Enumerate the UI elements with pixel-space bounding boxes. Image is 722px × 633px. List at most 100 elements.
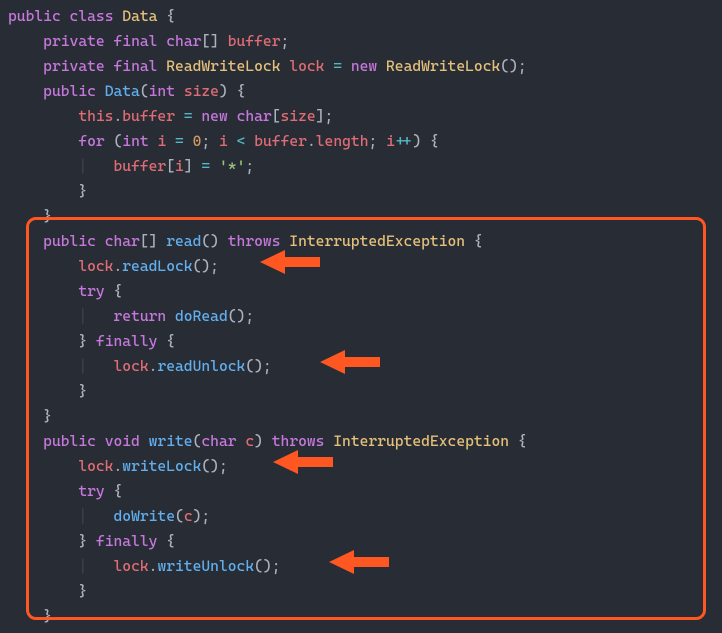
kw-return: return: [113, 307, 166, 325]
lbracket: [: [272, 107, 281, 125]
type-int: int: [122, 132, 148, 150]
type-char: char: [166, 32, 201, 50]
brace: }: [43, 407, 52, 425]
mtd-write: write: [149, 432, 193, 450]
kw-this: this: [78, 107, 113, 125]
brace: }: [78, 532, 87, 550]
mtd-readunlock: readUnlock: [157, 357, 245, 375]
type-int: int: [149, 82, 175, 100]
brace: {: [518, 432, 527, 450]
mtd-doread: doRead: [175, 307, 228, 325]
brace: {: [166, 7, 175, 25]
semi: ;: [201, 507, 210, 525]
op-eq: =: [175, 132, 184, 150]
type-rwl: ReadWriteLock: [386, 57, 500, 75]
op-eq: =: [333, 57, 342, 75]
var-i: i: [219, 132, 228, 150]
brace: {: [237, 82, 246, 100]
mtd-readlock: readLock: [122, 257, 192, 275]
dot: .: [113, 457, 122, 475]
var-lock: lock: [289, 57, 324, 75]
kw-public: public: [8, 7, 61, 25]
var-size: size: [281, 107, 316, 125]
type-char: char: [105, 232, 140, 250]
kw-throws: throws: [228, 232, 281, 250]
kw-void: void: [105, 432, 140, 450]
kw-final: final: [113, 57, 157, 75]
brace: {: [430, 132, 439, 150]
brace: }: [78, 582, 87, 600]
semi: ;: [272, 557, 281, 575]
mtd-read: read: [166, 232, 201, 250]
var-lock: lock: [78, 457, 113, 475]
brackets: []: [140, 232, 158, 250]
semi: ;: [518, 57, 527, 75]
dot: .: [113, 257, 122, 275]
var-lock: lock: [113, 357, 148, 375]
char-star: '*': [219, 157, 245, 175]
brace: {: [113, 282, 122, 300]
var-buffer: buffer: [254, 132, 307, 150]
param-c: c: [245, 432, 254, 450]
kw-private: private: [43, 57, 105, 75]
parens: (): [201, 232, 219, 250]
brace: {: [166, 532, 175, 550]
semi: ;: [281, 32, 290, 50]
type-rwl: ReadWriteLock: [166, 57, 280, 75]
op-lt: <: [237, 132, 246, 150]
kw-try: try: [78, 482, 104, 500]
semi: ;: [245, 157, 254, 175]
param-size: size: [184, 82, 219, 100]
kw-public: public: [43, 232, 96, 250]
brace: }: [43, 607, 52, 625]
var-buffer: buffer: [122, 107, 175, 125]
type-ie: InterruptedException: [289, 232, 465, 250]
ctor-name: Data: [105, 82, 140, 100]
kw-try: try: [78, 282, 104, 300]
dot: .: [113, 107, 122, 125]
brace: }: [43, 207, 52, 225]
indent-guide: |: [78, 507, 87, 525]
parens: (): [228, 307, 246, 325]
type-ie: InterruptedException: [333, 432, 509, 450]
var-buffer: buffer: [113, 157, 166, 175]
semi: ;: [263, 357, 272, 375]
mtd-writeunlock: writeUnlock: [157, 557, 254, 575]
code-block: public class Data { private final char[]…: [0, 0, 722, 633]
parens: (): [500, 57, 518, 75]
lparen: (: [175, 507, 184, 525]
mtd-dowrite: doWrite: [113, 507, 175, 525]
brace: }: [78, 332, 87, 350]
kw-finally: finally: [96, 332, 158, 350]
kw-new: new: [201, 107, 227, 125]
var-buffer: buffer: [228, 32, 281, 50]
var-i: i: [386, 132, 395, 150]
rbracket: ]: [184, 157, 193, 175]
rparen: ): [219, 82, 228, 100]
parens: (): [193, 257, 211, 275]
dot: .: [307, 132, 316, 150]
brace: {: [474, 232, 483, 250]
parens: (): [201, 457, 219, 475]
kw-public: public: [43, 82, 96, 100]
kw-final: final: [113, 32, 157, 50]
type-char: char: [237, 107, 272, 125]
semi: ;: [245, 307, 254, 325]
kw-throws: throws: [272, 432, 325, 450]
var-i: i: [157, 132, 166, 150]
op-pp: ++: [395, 132, 413, 150]
kw-private: private: [43, 32, 105, 50]
op-eq: =: [184, 107, 193, 125]
var-lock: lock: [113, 557, 148, 575]
brace: {: [166, 332, 175, 350]
brace: }: [78, 382, 87, 400]
kw-public: public: [43, 432, 96, 450]
kw-for: for: [78, 132, 104, 150]
semi: ;: [324, 107, 333, 125]
semi: ;: [210, 257, 219, 275]
indent-guide: |: [78, 307, 87, 325]
indent-guide: |: [78, 157, 87, 175]
type-char: char: [201, 432, 236, 450]
semi: ;: [368, 132, 377, 150]
indent-guide: |: [78, 557, 87, 575]
